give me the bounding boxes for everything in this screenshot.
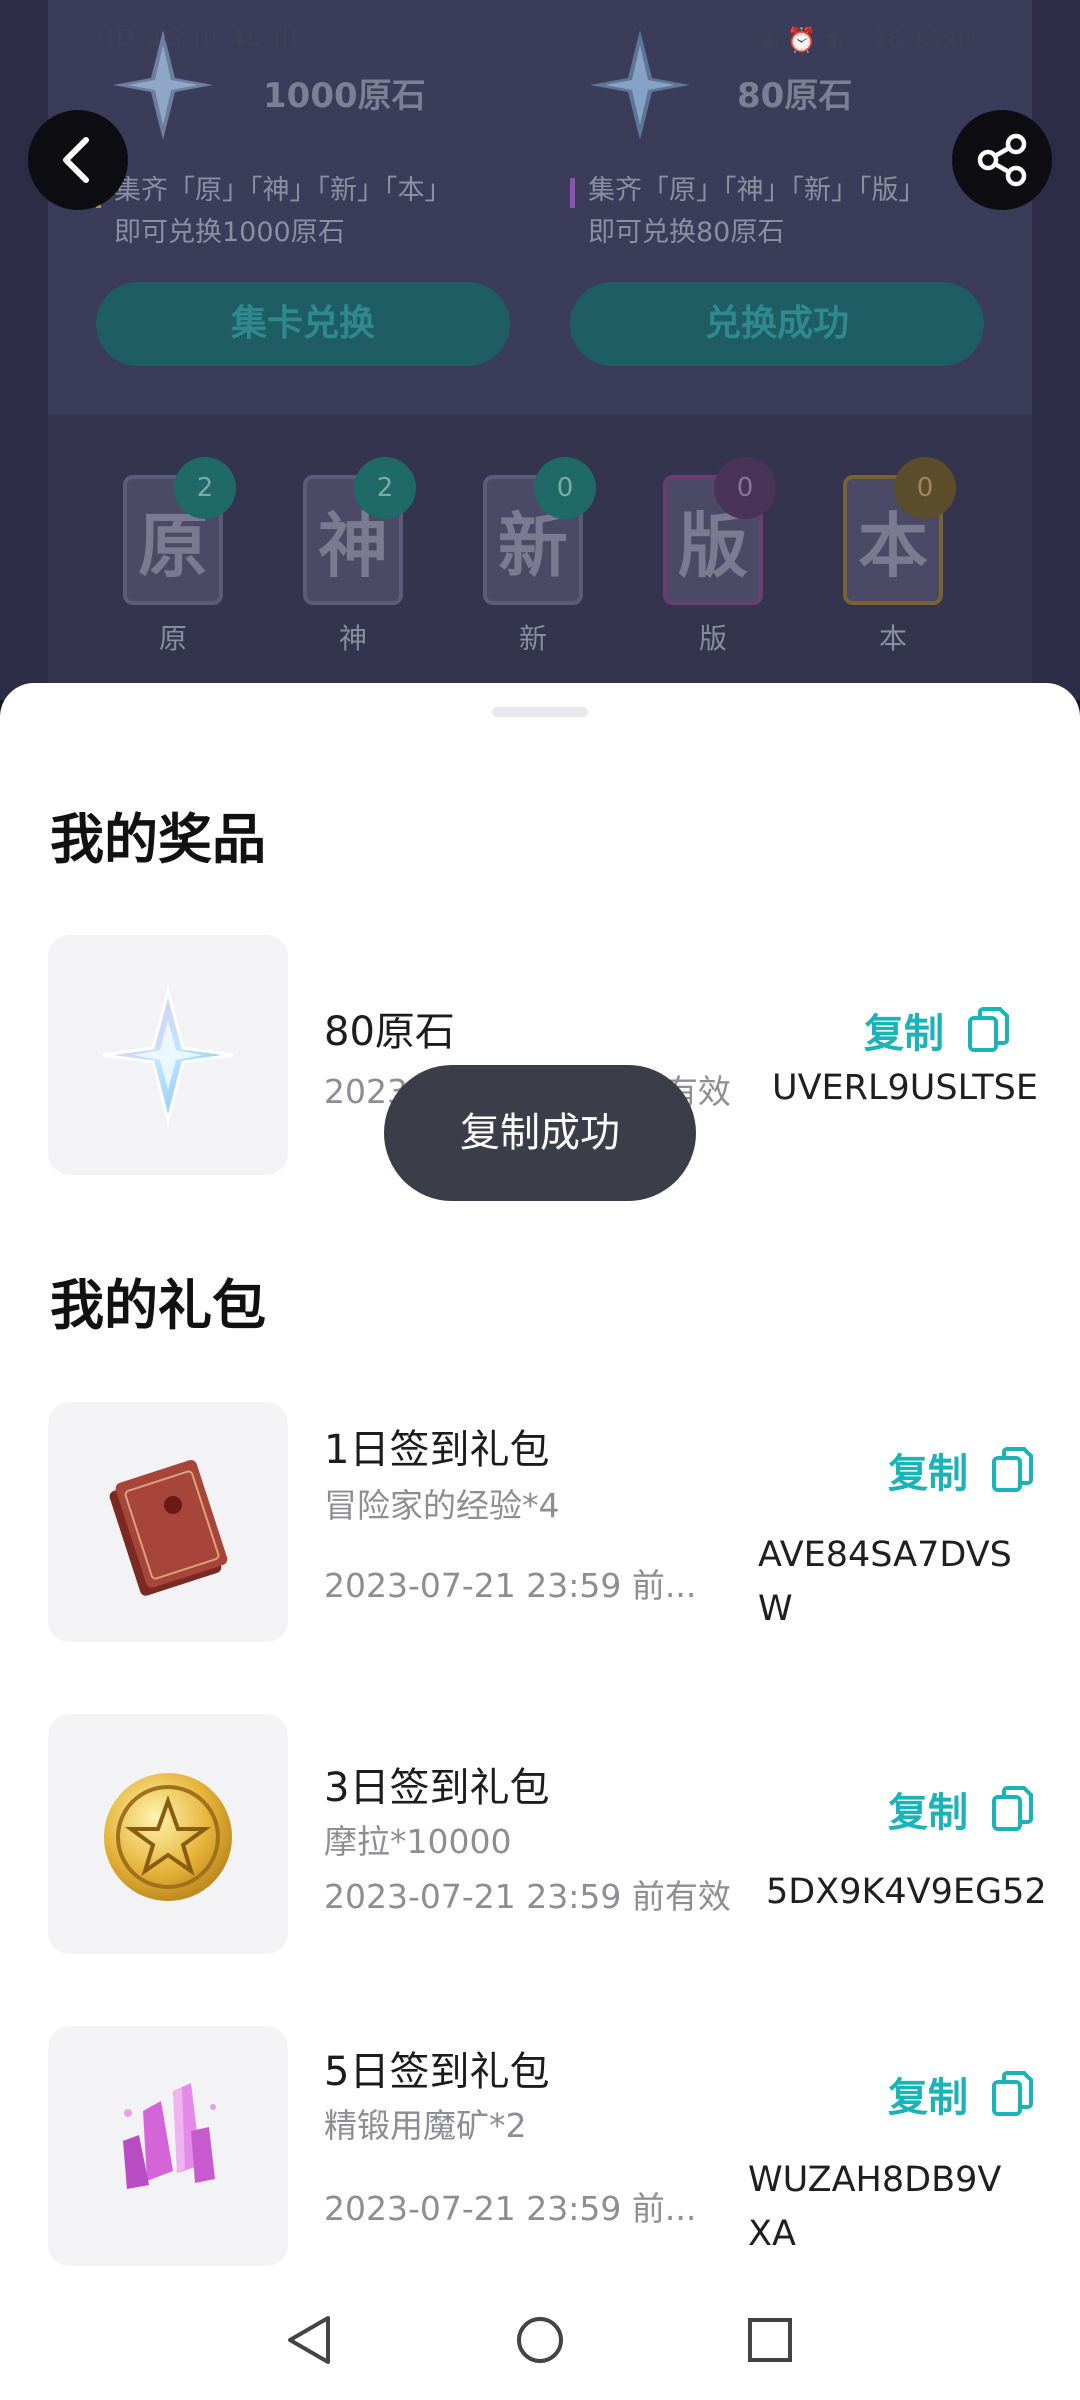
network-indicators: HD 4G ıll 46 ıll	[96, 24, 300, 52]
gifts-section-title: 我的礼包	[50, 1274, 266, 1337]
redeem-code[interactable]: 5DX9K4V9EG52	[766, 1865, 1066, 1919]
redeem-code[interactable]: AVE84SA7DVSW	[758, 1528, 1023, 1636]
gift-expiry: 2023-07-21 23:59 前有效	[324, 1877, 731, 1916]
gift-expiry: 2023-07-21 23:59 前...	[324, 2189, 697, 2228]
nav-back-icon[interactable]	[280, 2310, 340, 2370]
copy-label: 复制	[888, 1790, 968, 1836]
system-navigation-bar	[0, 2270, 1080, 2400]
gift-contents: 摩拉*10000	[324, 1822, 512, 1861]
card-collection: 原 2 原 神 2 神 新 0 新 版 0 版 本 0 本	[48, 415, 1032, 700]
copy-icon	[992, 1447, 1033, 1492]
gift-title: 1日签到礼包	[324, 1427, 550, 1473]
gift-expiry: 2023-07-21 23:59 前...	[324, 1566, 697, 1605]
drag-handle[interactable]	[492, 707, 588, 717]
copy-icon	[968, 1007, 1009, 1052]
copy-button[interactable]: 复制	[888, 2065, 1034, 2123]
copy-label: 复制	[864, 1011, 944, 1057]
copy-success-toast: 复制成功	[384, 1065, 696, 1201]
mora-coin-icon	[48, 1714, 288, 1954]
reward-description: 集齐「原」「神」「新」「版」即可兑换80原石	[570, 170, 948, 254]
exchange-success-button[interactable]: 兑换成功	[570, 282, 984, 366]
card-count-badge: 2	[174, 457, 236, 519]
status-bar: HD 4G ıll 46 ıll ◉ ⏰ ✱ ▯ 76 16:01	[0, 0, 1080, 80]
share-icon	[977, 133, 1027, 187]
copy-label: 复制	[888, 1451, 968, 1497]
card-shen[interactable]: 神 2 神	[298, 457, 416, 657]
gift-title: 5日签到礼包	[324, 2049, 550, 2095]
card-xin[interactable]: 新 0 新	[478, 457, 596, 657]
crystal-ore-icon	[48, 2026, 288, 2266]
share-button[interactable]	[952, 110, 1052, 210]
chevron-left-icon	[63, 137, 89, 183]
redeem-code[interactable]: WUZAH8DB9VXA	[748, 2153, 1023, 2261]
card-ben[interactable]: 本 0 本	[838, 457, 956, 657]
redeem-code[interactable]: UVERL9USLTSE	[772, 1061, 1052, 1115]
card-label: 本	[878, 622, 907, 655]
copy-button[interactable]: 复制	[888, 1780, 1034, 1838]
card-label: 版	[698, 622, 727, 655]
card-ban[interactable]: 版 0 版	[658, 457, 776, 657]
card-yuan[interactable]: 原 2 原	[118, 457, 236, 657]
system-indicators: ◉ ⏰ ✱ ▯ 76 16:01	[758, 26, 980, 54]
exp-book-icon	[48, 1402, 288, 1642]
copy-label: 复制	[888, 2075, 968, 2121]
gift-contents: 冒险家的经验*4	[324, 1486, 560, 1525]
collect-exchange-button[interactable]: 集卡兑换	[96, 282, 510, 366]
copy-button[interactable]: 复制	[888, 1441, 1034, 1499]
nav-home-icon[interactable]	[510, 2310, 570, 2370]
back-button[interactable]	[28, 110, 128, 210]
prizes-section-title: 我的奖品	[50, 808, 266, 871]
copy-icon	[992, 1786, 1033, 1831]
copy-button[interactable]: 复制	[864, 1001, 1010, 1059]
prize-title: 80原石	[324, 1009, 455, 1055]
gift-title: 3日签到礼包	[324, 1765, 550, 1811]
card-count-badge: 0	[714, 457, 776, 519]
card-count-badge: 0	[534, 457, 596, 519]
copy-icon	[992, 2071, 1033, 2116]
prizes-bottom-sheet: 我的奖品 80原石 2023-07-21 23:59 前有效 复制 UVERL9…	[0, 683, 1080, 2270]
gift-contents: 精锻用魔矿*2	[324, 2106, 527, 2145]
card-label: 原	[158, 622, 187, 655]
primogem-icon	[48, 935, 288, 1175]
card-count-badge: 2	[354, 457, 416, 519]
reward-description: 集齐「原」「神」「新」「本」即可兑换1000原石	[96, 170, 474, 254]
event-page-background: 1000原石 集齐「原」「神」「新」「本」即可兑换1000原石 集卡兑换 80原…	[0, 0, 1080, 700]
card-label: 新	[518, 622, 547, 655]
card-label: 神	[338, 622, 367, 655]
card-count-badge: 0	[894, 457, 956, 519]
nav-recents-icon[interactable]	[740, 2310, 800, 2370]
